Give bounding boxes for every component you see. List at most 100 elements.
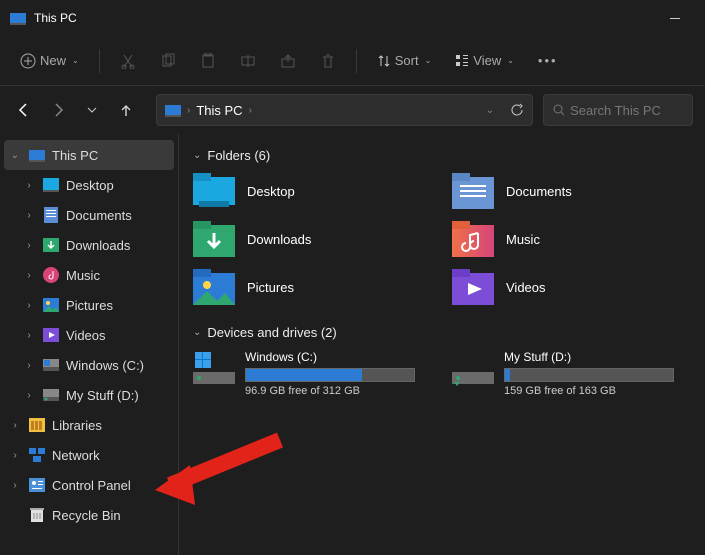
sidebar-item-desktop[interactable]: ›Desktop bbox=[0, 170, 178, 200]
chevron-down-icon: ⌄ bbox=[425, 56, 432, 65]
pictures-icon bbox=[42, 296, 60, 314]
folder-music[interactable]: Music bbox=[452, 221, 691, 257]
dropdown-chevron-icon[interactable]: ⌄ bbox=[486, 105, 494, 116]
sort-icon bbox=[377, 54, 391, 68]
breadcrumb[interactable]: This PC bbox=[196, 103, 242, 118]
libraries-icon bbox=[28, 416, 46, 434]
sort-button[interactable]: Sort ⌄ bbox=[369, 47, 440, 74]
controlpanel-icon bbox=[28, 476, 46, 494]
drive-icon bbox=[42, 356, 60, 374]
search-input[interactable] bbox=[570, 103, 684, 118]
chevron-right-icon: › bbox=[8, 480, 22, 491]
minimize-button[interactable] bbox=[655, 0, 695, 36]
sidebar-item-windowsc[interactable]: ›Windows (C:) bbox=[0, 350, 178, 380]
paste-icon bbox=[200, 53, 216, 69]
chevron-right-icon: › bbox=[22, 330, 36, 341]
copy-button[interactable] bbox=[152, 47, 184, 75]
view-button[interactable]: View ⌄ bbox=[447, 47, 522, 74]
delete-button[interactable] bbox=[312, 47, 344, 75]
toolbar: New ⌄ Sort ⌄ View ⌄ ••• bbox=[0, 36, 705, 86]
chevron-right-icon: › bbox=[22, 180, 36, 191]
back-button[interactable] bbox=[12, 98, 36, 122]
more-button[interactable]: ••• bbox=[530, 47, 566, 74]
folder-desktop[interactable]: Desktop bbox=[193, 173, 432, 209]
chevron-right-icon: › bbox=[22, 210, 36, 221]
sidebar-item-downloads[interactable]: ›Downloads bbox=[0, 230, 178, 260]
sidebar-item-controlpanel[interactable]: ›Control Panel bbox=[0, 470, 178, 500]
chevron-down-icon: ⌄ bbox=[193, 150, 201, 161]
folder-downloads[interactable]: Downloads bbox=[193, 221, 432, 257]
sidebar-item-recyclebin[interactable]: Recycle Bin bbox=[0, 500, 178, 530]
drive-c[interactable]: Windows (C:) 96.9 GB free of 312 GB bbox=[193, 350, 432, 397]
sidebar-item-thispc[interactable]: ⌄ This PC bbox=[4, 140, 174, 170]
videos-icon bbox=[452, 269, 494, 305]
folder-videos[interactable]: Videos bbox=[452, 269, 691, 305]
chevron-right-icon: › bbox=[22, 360, 36, 371]
pictures-icon bbox=[193, 269, 235, 305]
sidebar-item-label: This PC bbox=[52, 148, 98, 163]
ellipsis-icon: ••• bbox=[538, 53, 558, 68]
chevron-right-icon: › bbox=[8, 450, 22, 461]
folders-section-header[interactable]: ⌄ Folders (6) bbox=[193, 148, 691, 163]
recent-dropdown[interactable] bbox=[80, 98, 104, 122]
cut-button[interactable] bbox=[112, 47, 144, 75]
title-bar: This PC bbox=[0, 0, 705, 36]
drive-icon bbox=[452, 350, 494, 386]
up-button[interactable] bbox=[114, 98, 138, 122]
refresh-button[interactable] bbox=[510, 103, 524, 117]
chevron-down-icon: ⌄ bbox=[72, 56, 79, 65]
chevron-right-icon: › bbox=[8, 420, 22, 431]
app-icon bbox=[10, 11, 26, 25]
chevron-right-icon: › bbox=[249, 105, 252, 116]
copy-icon bbox=[160, 53, 176, 69]
cut-icon bbox=[120, 53, 136, 69]
usage-bar bbox=[245, 368, 415, 382]
sidebar-item-libraries[interactable]: ›Libraries bbox=[0, 410, 178, 440]
new-button[interactable]: New ⌄ bbox=[12, 47, 87, 75]
chevron-down-icon: ⌄ bbox=[8, 150, 22, 161]
share-icon bbox=[280, 53, 296, 69]
usage-bar bbox=[504, 368, 674, 382]
desktop-icon bbox=[193, 173, 235, 209]
sidebar: ⌄ This PC ›Desktop ›Documents ›Downloads… bbox=[0, 134, 178, 555]
sidebar-item-music[interactable]: ›Music bbox=[0, 260, 178, 290]
desktop-icon bbox=[42, 176, 60, 194]
network-icon bbox=[28, 446, 46, 464]
chevron-right-icon: › bbox=[22, 240, 36, 251]
share-button[interactable] bbox=[272, 47, 304, 75]
sidebar-item-network[interactable]: ›Network bbox=[0, 440, 178, 470]
nav-bar: › This PC › ⌄ bbox=[0, 86, 705, 134]
address-bar[interactable]: › This PC › ⌄ bbox=[156, 94, 533, 126]
main-content: ⌄ Folders (6) Desktop Documents Download… bbox=[178, 134, 705, 555]
chevron-right-icon: › bbox=[22, 270, 36, 281]
chevron-right-icon: › bbox=[22, 390, 36, 401]
rename-button[interactable] bbox=[232, 47, 264, 75]
pc-icon bbox=[28, 146, 46, 164]
search-box[interactable] bbox=[543, 94, 693, 126]
drive-icon bbox=[42, 386, 60, 404]
documents-icon bbox=[452, 173, 494, 209]
drives-section-header[interactable]: ⌄ Devices and drives (2) bbox=[193, 325, 691, 340]
videos-icon bbox=[42, 326, 60, 344]
folder-pictures[interactable]: Pictures bbox=[193, 269, 432, 305]
view-icon bbox=[455, 54, 469, 68]
forward-button[interactable] bbox=[46, 98, 70, 122]
music-icon bbox=[452, 221, 494, 257]
folder-documents[interactable]: Documents bbox=[452, 173, 691, 209]
paste-button[interactable] bbox=[192, 47, 224, 75]
drive-icon bbox=[193, 350, 235, 386]
pc-icon bbox=[165, 103, 181, 117]
sidebar-item-videos[interactable]: ›Videos bbox=[0, 320, 178, 350]
downloads-icon bbox=[42, 236, 60, 254]
drive-d[interactable]: My Stuff (D:) 159 GB free of 163 GB bbox=[452, 350, 691, 397]
sidebar-item-mystuff[interactable]: ›My Stuff (D:) bbox=[0, 380, 178, 410]
trash-icon bbox=[320, 53, 336, 69]
search-icon bbox=[552, 103, 564, 117]
sidebar-item-documents[interactable]: ›Documents bbox=[0, 200, 178, 230]
rename-icon bbox=[240, 53, 256, 69]
window-title: This PC bbox=[34, 11, 77, 25]
music-icon bbox=[42, 266, 60, 284]
sidebar-item-pictures[interactable]: ›Pictures bbox=[0, 290, 178, 320]
documents-icon bbox=[42, 206, 60, 224]
chevron-down-icon: ⌄ bbox=[507, 56, 514, 65]
